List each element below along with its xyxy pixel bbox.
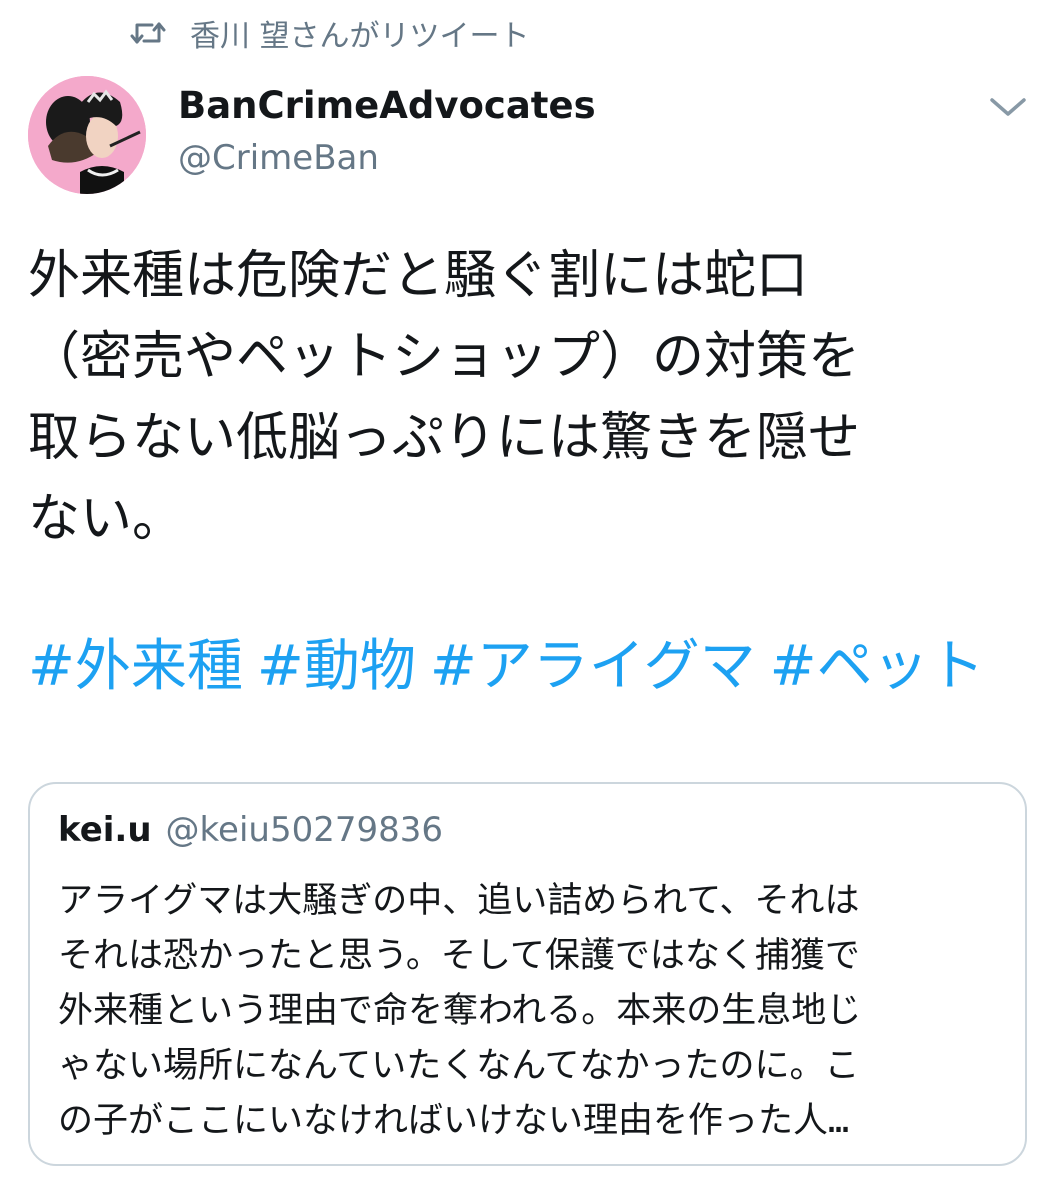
retweet-context[interactable]: 香川 望さんがリツイート (130, 12, 530, 54)
quoted-author-name: kei.u (58, 810, 152, 850)
quoted-author-handle: @keiu50279836 (165, 810, 443, 850)
tweet-text: 外来種は危険だと騒ぐ割には蛇口 （密売やペットショップ）の対策を 取らない低脳っ… (28, 246, 861, 549)
author-name[interactable]: BanCrimeAdvocates (178, 84, 596, 127)
avatar[interactable] (28, 76, 146, 194)
hashtag-link[interactable]: #アライグマ (430, 634, 756, 699)
quoted-tweet-card[interactable]: kei.u @keiu50279836 アライグマは大騒ぎの中、追い詰められて、そ… (28, 782, 1027, 1166)
author-handle[interactable]: @CrimeBan (178, 138, 379, 178)
retweet-label: 香川 望さんがリツイート (190, 19, 530, 54)
chevron-down-icon[interactable] (988, 92, 1028, 122)
tweet-header: BanCrimeAdvocates @CrimeBan (28, 74, 1038, 198)
hashtag-link[interactable]: #ペット (770, 634, 985, 699)
quoted-tweet-author: kei.u @keiu50279836 (58, 810, 443, 850)
quoted-tweet-text: アライグマは大騒ぎの中、追い詰められて、それは それは恐かったと思う。そして保護… (58, 881, 862, 1141)
retweet-icon (130, 18, 166, 48)
hashtag-link[interactable]: #動物 (257, 634, 416, 699)
hashtag-link[interactable]: #外来種 (28, 634, 243, 699)
hashtag-list: #外来種 #動物 #アライグマ #ペット (28, 622, 1038, 712)
